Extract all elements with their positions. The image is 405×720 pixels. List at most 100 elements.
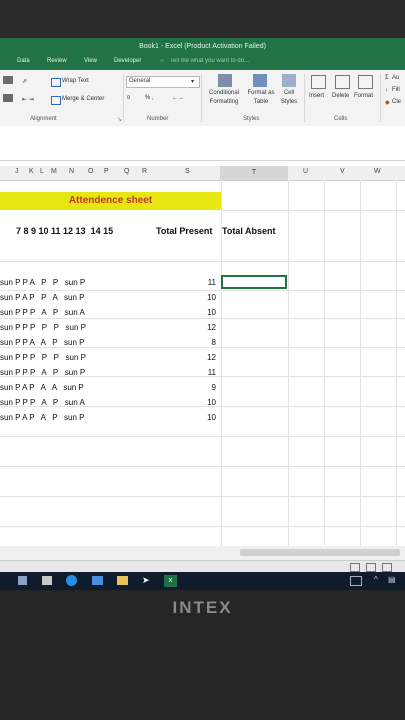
attendance-row[interactable]: sun P A P P A sun P [0,293,85,302]
total-present-cell[interactable]: 10 [196,398,216,407]
wrap-text-button[interactable]: Wrap Text [62,78,89,84]
worksheet-grid[interactable]: J K L M N O P Q R S T U V W Attendence s… [0,166,405,546]
attendance-row[interactable]: sun P P A P P sun P [0,278,85,287]
header-day-numbers[interactable]: 7 8 9 10 11 12 13 14 15 [16,226,113,236]
total-present-cell[interactable]: 12 [196,323,216,332]
brand-logo: INTEX [172,598,233,617]
store-icon[interactable] [42,576,52,585]
column-header[interactable]: S [185,168,190,175]
column-header[interactable]: R [142,168,147,175]
tab-developer[interactable]: Developer [114,58,141,64]
tell-me-box[interactable]: Tell me what you want to do... [170,58,249,64]
merge-center-icon [51,96,61,105]
fill-button[interactable]: Fill [392,87,400,93]
group-alignment-label: Alignment [30,116,57,122]
insert-button[interactable]: Insert [309,93,324,99]
gridline [221,210,405,211]
file-explorer-icon[interactable] [117,576,128,585]
column-header[interactable]: U [303,168,308,175]
clear-button[interactable]: Cle [392,99,401,105]
tab-review[interactable]: Review [47,58,67,64]
edge-icon[interactable] [66,575,77,586]
keyboard-icon[interactable] [350,576,362,586]
gridline [0,496,405,497]
tab-view[interactable]: View [84,58,97,64]
number-format-select[interactable]: General ▾ [126,76,200,88]
align-left-icon[interactable] [3,94,13,102]
gridline [0,347,405,348]
autosum-icon: Σ [385,75,389,81]
dialog-launcher-icon[interactable]: ↘ [117,116,122,123]
window-title: Book1 - Excel (Product Activation Failed… [0,38,405,56]
column-header[interactable]: V [340,168,345,175]
gridline [0,290,405,291]
indent-icon[interactable]: ⇤ ⇥ [22,96,34,103]
total-present-cell[interactable]: 11 [196,278,216,287]
align-top-icon[interactable] [3,76,13,84]
gridline [360,180,361,546]
chevron-up-icon[interactable]: ^ [374,575,378,584]
excel-icon[interactable]: x [164,575,177,587]
decimal-icon[interactable]: ←→ [172,95,184,101]
page-layout-icon[interactable] [366,563,376,572]
cursor-icon[interactable]: ➤ [142,575,150,586]
column-header[interactable]: N [69,168,74,175]
total-present-cell[interactable]: 12 [196,353,216,362]
format-icon [358,75,373,89]
column-header[interactable]: W [374,168,381,175]
column-header[interactable]: K [29,168,34,175]
attendance-row[interactable]: sun P A P A A sun P [0,383,84,392]
group-divider [123,74,124,122]
format-as-table-button[interactable]: Format as Table [245,89,277,107]
column-header[interactable]: P [104,168,109,175]
autosum-button[interactable]: Au [392,75,399,81]
attendance-row[interactable]: sun P P A A P sun P [0,338,85,347]
gridline [0,466,405,467]
orientation-icon[interactable]: ⇗ [22,78,27,85]
total-present-cell[interactable]: 10 [196,308,216,317]
total-present-cell[interactable]: 9 [196,383,216,392]
group-divider [201,74,202,122]
attendance-row[interactable]: sun P P P A P sun P [0,368,85,377]
conditional-formatting-button[interactable]: Conditional Formatting [205,89,243,107]
column-header[interactable]: Q [124,168,129,175]
merge-center-button[interactable]: Merge & Center [62,96,104,102]
header-total-absent[interactable]: Total Absent [222,226,276,236]
header-total-present[interactable]: Total Present [156,226,212,236]
task-view-icon[interactable] [18,576,27,585]
normal-view-icon[interactable] [350,563,360,572]
column-header-selected[interactable]: T [220,166,288,180]
formula-bar[interactable] [0,126,405,161]
currency-icon[interactable]: ¤ [127,95,130,101]
mail-icon[interactable] [92,576,103,585]
percent-comma-buttons[interactable]: % , [145,95,154,101]
network-icon[interactable]: ▤ [388,575,396,584]
attendance-row[interactable]: sun P P P P P sun P [0,353,86,362]
selected-cell[interactable] [221,275,287,289]
format-button[interactable]: Format [354,93,373,99]
total-present-cell[interactable]: 8 [196,338,216,347]
horizontal-scrollbar[interactable] [0,546,405,560]
gridline [396,180,397,546]
scroll-thumb[interactable] [240,549,400,556]
total-present-cell[interactable]: 10 [196,293,216,302]
column-header[interactable]: M [51,168,57,175]
column-header[interactable]: J [15,168,19,175]
delete-icon [335,75,350,89]
page-break-icon[interactable] [382,563,392,572]
wrap-text-icon [51,78,61,87]
cell-styles-button[interactable]: Cell Styles [277,89,301,107]
total-present-cell[interactable]: 10 [196,413,216,422]
ribbon-tabs: Data Review View Developer ○ Tell me wha… [0,56,405,70]
delete-button[interactable]: Delete [332,93,349,99]
attendance-row[interactable]: sun P P P A P sun A [0,398,85,407]
attendance-row[interactable]: sun P P P P P sun P [0,323,86,332]
attendance-row[interactable]: sun P A P A P sun P [0,413,85,422]
total-present-cell[interactable]: 11 [196,368,216,377]
sheet-title-banner[interactable]: Attendence sheet [0,192,221,210]
column-header[interactable]: L [40,168,44,175]
column-header[interactable]: O [88,168,93,175]
tab-data[interactable]: Data [17,58,30,64]
clear-icon: ◆ [385,100,390,106]
attendance-row[interactable]: sun P P P A P sun A [0,308,85,317]
